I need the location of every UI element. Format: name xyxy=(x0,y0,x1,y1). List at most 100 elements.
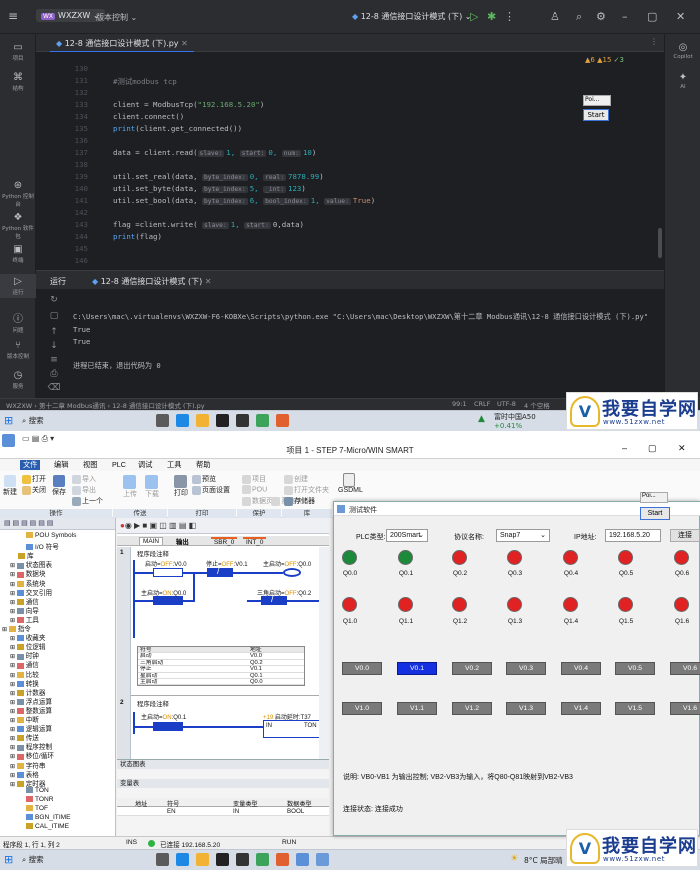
maximize-icon[interactable]: ▢ xyxy=(647,10,657,23)
v-button[interactable]: V1.2 xyxy=(452,702,492,715)
explorer-icon[interactable] xyxy=(196,853,209,866)
v-button[interactable]: V1.3 xyxy=(506,702,546,715)
taskbar-search[interactable]: ⌕ 搜索 xyxy=(22,854,44,865)
more-actions-icon[interactable]: ⋮ xyxy=(504,10,515,23)
debug-icon[interactable]: ✱ xyxy=(487,10,496,23)
v-button[interactable]: V1.4 xyxy=(561,702,601,715)
rerun-icon[interactable]: ↻ xyxy=(36,295,72,305)
code-line[interactable]: client = ModbusTcp("192.168.5.20") xyxy=(113,100,264,109)
protocol-select[interactable]: Snap7 ⌄ xyxy=(496,529,550,542)
var-table-title[interactable]: 变量表 xyxy=(117,779,329,788)
wrap-icon[interactable]: ≡ xyxy=(36,355,72,365)
run-icon[interactable]: ▷ xyxy=(470,10,478,23)
scroll-down-icon[interactable]: ↓ xyxy=(36,341,72,351)
download-button[interactable]: 下载 xyxy=(142,475,162,499)
task-view-icon[interactable] xyxy=(156,414,169,427)
indent-setting[interactable]: 4 个空格 xyxy=(524,400,550,410)
stock-widget[interactable]: 富时中国A50 +0.41% xyxy=(494,412,536,430)
v-button[interactable]: V0.3 xyxy=(506,662,546,675)
tool-vcs[interactable]: ⑂ 版本控制 xyxy=(0,340,36,360)
edge-icon[interactable] xyxy=(176,414,189,427)
gsdml-button[interactable]: GSDML xyxy=(338,473,363,494)
run-config-selector[interactable]: ◆ 12-8 通信接口设计模式 (下) ⌄ xyxy=(352,11,471,22)
tool-python-console[interactable]: ⊛ Python 控制台 xyxy=(0,180,36,208)
prev-button[interactable]: 上一个 xyxy=(72,496,103,506)
contact-tri-start[interactable]: / xyxy=(261,594,287,605)
version-control-menu[interactable]: 版本控制 ⌄ xyxy=(96,12,137,23)
tool-python-packages[interactable]: ❖ Python 软件包 xyxy=(0,212,36,240)
file-encoding[interactable]: UTF-8 xyxy=(497,400,516,408)
inspection-widget[interactable]: ▲6 ▲15 ✓3 xyxy=(585,56,624,64)
run-tab-close-icon[interactable]: ✕ xyxy=(205,277,212,286)
v-button[interactable]: V1.6 xyxy=(670,702,700,715)
start-button-top[interactable]: Start xyxy=(583,109,609,121)
breadcrumb[interactable]: WXZXW › 第十二章 Modbus通讯 › 12-8 通信接口设计模式 (下… xyxy=(6,400,205,410)
page-setup-button[interactable]: 页面设置 xyxy=(192,485,230,495)
code-line[interactable]: data = client.read(slave: 1, start: 0, num… xyxy=(113,148,316,157)
windows-start-icon[interactable]: ⊞ xyxy=(4,853,13,866)
line-separator[interactable]: CRLF xyxy=(474,400,490,408)
editor-scrollbar[interactable] xyxy=(319,547,329,777)
project-tree[interactable]: ▤ ▤ ▤ ▤ ▤ ▤ POU Symbols I/O 符号库 ⊞ 状态图表 ⊞ 数据… xyxy=(0,518,116,836)
close-icon[interactable]: ✕ xyxy=(676,10,685,23)
user-icon[interactable]: ♙ xyxy=(550,10,560,23)
menu-plc[interactable]: PLC xyxy=(112,460,126,469)
plc-type-select[interactable]: 200Smart ⌄ xyxy=(386,529,428,542)
connect-button[interactable]: 连接 xyxy=(670,529,700,542)
step7-taskbar-icon[interactable] xyxy=(296,853,309,866)
contact-main-start[interactable] xyxy=(153,596,183,605)
taskbar-search[interactable]: ⌕ 搜索 xyxy=(22,415,44,426)
app-icon[interactable] xyxy=(236,853,249,866)
editor-toolbar-icons[interactable]: ●◉ ▶ ■ ▣ ◫ ▥ ▤ ◧ xyxy=(120,521,196,530)
minimize-icon[interactable]: – xyxy=(622,10,628,23)
editor-tab-active[interactable]: ◆ 12-8 通信接口设计模式 (下).py ✕ xyxy=(50,36,194,53)
app-icon-2[interactable] xyxy=(276,853,289,866)
open-folder-button[interactable]: 打开文件夹 xyxy=(284,485,329,495)
timer-box[interactable]: IN TON xyxy=(263,720,327,738)
tree-item[interactable]: CAL_ITIME xyxy=(26,823,69,830)
stop-icon[interactable]: ▢ xyxy=(36,311,72,321)
quick-access-icons[interactable]: ▭ ▤ ⎙ ▾ xyxy=(22,434,54,444)
search-icon[interactable]: ⌕ xyxy=(576,10,582,24)
explorer-icon[interactable] xyxy=(196,414,209,427)
tool-copilot[interactable]: ◎ Copilot xyxy=(665,42,700,60)
start-button-bottom[interactable]: Start xyxy=(640,507,670,520)
contact-seg2[interactable] xyxy=(153,722,183,731)
code-line[interactable]: util.set_byte(data, byte_index: 5, _int: 1… xyxy=(113,184,306,193)
print-button[interactable]: 打印 xyxy=(172,475,190,498)
expand-icon[interactable]: ⊞ xyxy=(2,627,9,633)
ip-input[interactable]: 192.168.5.20 xyxy=(605,529,661,542)
tab-sbr0[interactable]: SBR_0 xyxy=(211,537,238,546)
pycharm-icon[interactable] xyxy=(256,853,269,866)
v-button[interactable]: V0.1 xyxy=(397,662,437,675)
caret-position[interactable]: 99:1 xyxy=(452,400,467,408)
project-selector[interactable]: WX WXZXW ⌄ xyxy=(36,9,105,22)
settings-gear-icon[interactable]: ⚙ xyxy=(596,10,606,23)
clear-icon[interactable]: ⌫ xyxy=(36,383,72,393)
code-line[interactable]: flag =client.write( slave: 1, start: 0,dat… xyxy=(113,220,304,229)
tool-ai[interactable]: ✦ AI xyxy=(665,72,700,90)
menu-file[interactable]: 文件 xyxy=(20,460,41,470)
tool-problems[interactable]: ⓘ 问题 xyxy=(0,310,36,334)
code-line[interactable]: print(client.get_connected()) xyxy=(113,124,242,133)
tree-toolbar-icons[interactable]: ▤ ▤ ▤ ▤ ▤ ▤ xyxy=(4,519,53,527)
menu-tools[interactable]: 工具 xyxy=(167,460,181,470)
tab-main[interactable]: MAIN xyxy=(139,537,163,545)
minimize-icon[interactable]: – xyxy=(622,443,627,453)
upload-button[interactable]: 上传 xyxy=(120,475,140,499)
print-icon[interactable]: ⎙ xyxy=(36,369,72,379)
memory-card-button[interactable]: 存储器 xyxy=(284,496,315,506)
menu-view[interactable]: 视图 xyxy=(83,460,97,470)
editor-scrollbar[interactable] xyxy=(658,228,662,258)
open-button[interactable]: 打开 xyxy=(22,474,46,484)
save-button[interactable]: 保存 xyxy=(50,475,68,497)
tree-item[interactable]: POU Symbols xyxy=(26,532,76,539)
new-button[interactable]: 新建 xyxy=(2,475,18,497)
tab-close-icon[interactable]: ✕ xyxy=(181,39,188,48)
tool-run[interactable]: ▷ 运行 xyxy=(0,274,36,298)
code-line[interactable]: util.set_real(data, byte_index: 0, real: 7… xyxy=(113,172,324,181)
coil-main-start[interactable] xyxy=(283,568,301,577)
windows-start-icon[interactable]: ⊞ xyxy=(4,414,13,427)
tool-project[interactable]: ▭ 项目 xyxy=(0,42,36,62)
mini-window-top[interactable]: Poi... xyxy=(583,95,611,106)
